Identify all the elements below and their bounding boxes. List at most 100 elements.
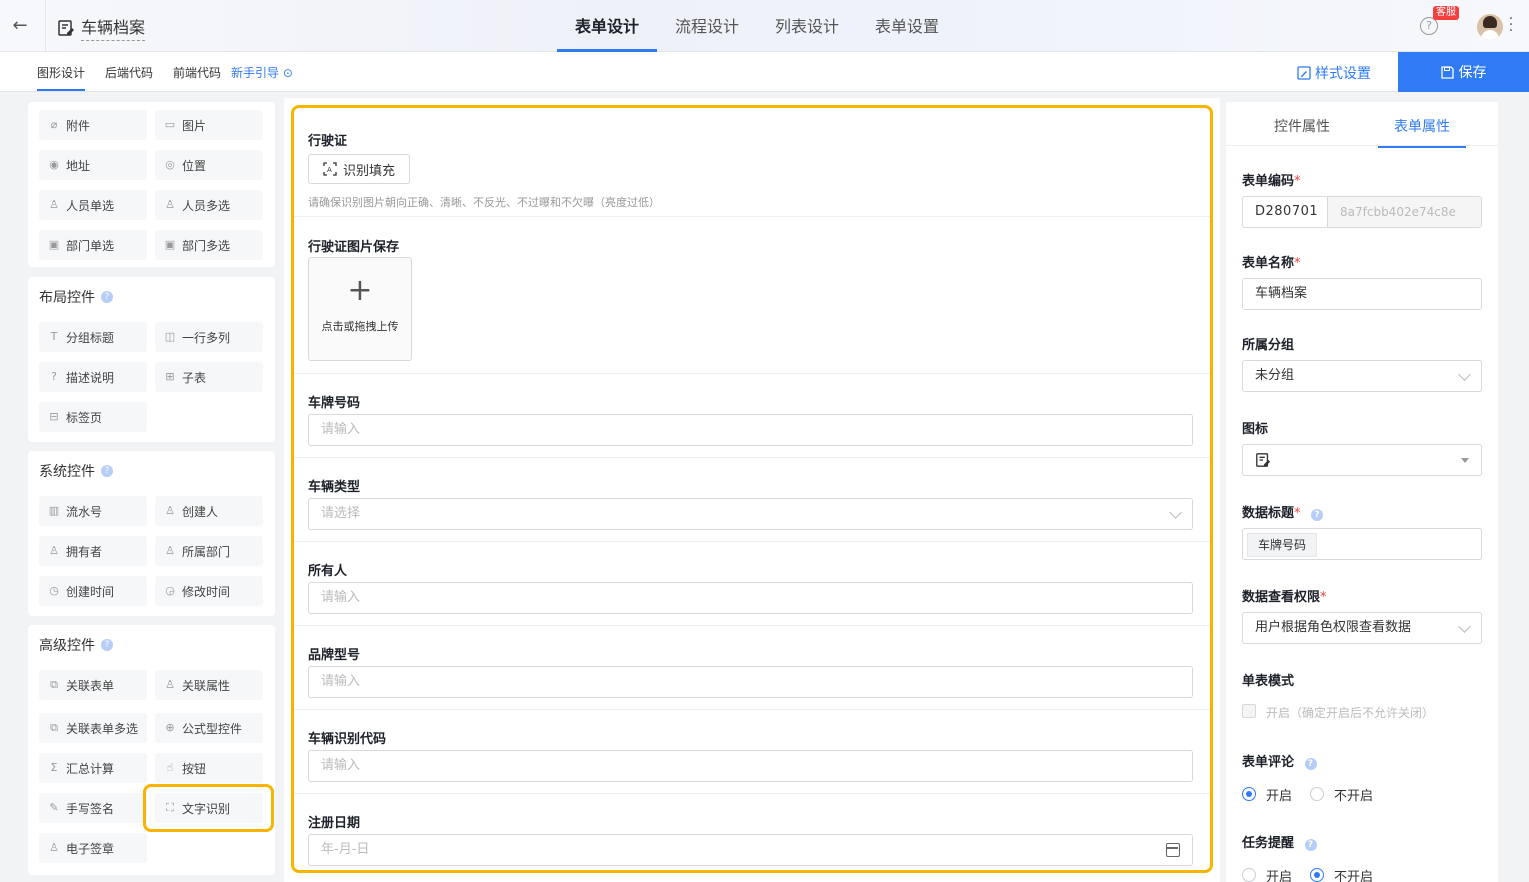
owner-input[interactable]: 请输入 xyxy=(308,582,1193,614)
palette-item-dept-multi[interactable]: ▣ 部门多选 xyxy=(155,230,263,260)
vin-input[interactable]: 请输入 xyxy=(308,750,1193,782)
save-button[interactable]: 保存 xyxy=(1398,52,1529,92)
field-driving-license[interactable]: 行驶证 A 识别填充 请确保识别图片朝向正确、清晰、不反光、不过曝和不欠曝（亮度… xyxy=(294,108,1210,217)
ocr-fill-button[interactable]: A 识别填充 xyxy=(308,154,410,184)
comment-on-radio[interactable] xyxy=(1242,787,1256,801)
palette-item-signature[interactable]: ✎ 手写签名 xyxy=(39,793,147,823)
back-arrow-icon[interactable]: ← xyxy=(8,14,32,38)
field-owner[interactable]: 所有人 请输入 xyxy=(294,542,1210,626)
user-icon: ♙ xyxy=(49,198,59,211)
icon-select[interactable] xyxy=(1242,444,1482,476)
tab-backend-code[interactable]: 后端代码 xyxy=(105,64,153,81)
palette-item-department[interactable]: ♙ 所属部门 xyxy=(155,536,263,566)
style-settings-button[interactable]: 样式设置 xyxy=(1297,63,1371,83)
palette-item-address[interactable]: ◉ 地址 xyxy=(39,150,147,180)
palette-item-user-single[interactable]: ♙ 人员单选 xyxy=(39,190,147,220)
palette-item-description[interactable]: ? 描述说明 xyxy=(39,362,147,392)
plate-number-input[interactable]: 请输入 xyxy=(308,414,1193,446)
field-register-date[interactable]: 注册日期 年-月-日 xyxy=(294,794,1210,870)
field-vehicle-type[interactable]: 车辆类型 请选择 xyxy=(294,458,1210,542)
more-vertical-icon[interactable]: · · · xyxy=(1508,12,1514,38)
tab-flow-design[interactable]: 流程设计 xyxy=(657,0,757,52)
form-edit-icon xyxy=(1256,453,1271,467)
app-title[interactable]: 车辆档案 xyxy=(81,14,146,41)
group-select[interactable]: 未分组 xyxy=(1242,360,1482,392)
palette-item-linked-form-multi[interactable]: ⧉ 关联表单多选 xyxy=(39,713,147,743)
permission-select[interactable]: 用户根据角色权限查看数据 xyxy=(1242,612,1482,644)
label-text: 任务提醒 xyxy=(1242,836,1295,851)
palette-item-summary[interactable]: Σ 汇总计算 xyxy=(39,753,147,783)
form-code-value[interactable]: D280701 xyxy=(1243,197,1328,227)
single-mode-checkbox[interactable] xyxy=(1242,704,1256,718)
palette-item-group-title[interactable]: T 分组标题 xyxy=(39,322,147,352)
palette-item-e-seal[interactable]: ♙ 电子签章 xyxy=(39,833,147,863)
field-label: 品牌型号 xyxy=(308,648,361,663)
palette-item-button[interactable]: ☝ 按钮 xyxy=(155,753,263,783)
customer-service-badge[interactable]: 客服 xyxy=(1433,6,1459,20)
palette-item-subtable[interactable]: ⊞ 子表 xyxy=(155,362,263,392)
field-plate-number[interactable]: 车牌号码 请输入 xyxy=(294,374,1210,458)
tab-form-settings[interactable]: 表单设置 xyxy=(857,0,957,52)
palette-item-label: 关联属性 xyxy=(182,678,231,693)
form-name-input[interactable]: 车辆档案 xyxy=(1242,278,1482,310)
palette-item-serial[interactable]: ▥ 流水号 xyxy=(39,496,147,526)
image-icon: ▭ xyxy=(164,118,176,131)
group-title-label: 系统控件 xyxy=(39,464,95,480)
advanced-group-title: 高级控件? xyxy=(39,635,113,655)
palette-item-label: 子表 xyxy=(182,370,207,385)
label-text: 表单编码 xyxy=(1242,174,1295,189)
svg-text:A: A xyxy=(327,166,332,174)
palette-item-image[interactable]: ▭ 图片 xyxy=(155,110,263,140)
palette-item-created-time[interactable]: ◷ 创建时间 xyxy=(39,576,147,606)
beginner-guide-link[interactable]: 新手引导 ⊙ xyxy=(231,64,293,81)
vehicle-type-select[interactable]: 请选择 xyxy=(308,498,1193,530)
data-title-tag[interactable]: 车牌号码 xyxy=(1247,533,1318,557)
app-title-area[interactable]: 车辆档案 xyxy=(57,14,146,41)
register-date-input[interactable]: 年-月-日 xyxy=(308,834,1193,866)
question-icon[interactable]: ? xyxy=(101,465,113,477)
field-label: 所有人 xyxy=(308,564,348,579)
brand-model-input[interactable]: 请输入 xyxy=(308,666,1193,698)
field-vin[interactable]: 车辆识别代码 请输入 xyxy=(294,710,1210,794)
palette-item-owner[interactable]: ♙ 拥有者 xyxy=(39,536,147,566)
palette-item-formula[interactable]: ⊕ 公式型控件 xyxy=(155,713,263,743)
palette-item-label: 拥有者 xyxy=(66,544,103,559)
palette-item-multi-column[interactable]: ◫ 一行多列 xyxy=(155,322,263,352)
palette-item-label: 标签页 xyxy=(66,410,103,425)
tab-form-props[interactable]: 表单属性 xyxy=(1378,116,1466,148)
palette-item-dept-single[interactable]: ▣ 部门单选 xyxy=(39,230,147,260)
question-icon[interactable]: ? xyxy=(1304,839,1317,851)
question-icon[interactable]: ? xyxy=(1304,758,1317,770)
tab-control-props[interactable]: 控件属性 xyxy=(1274,116,1330,136)
form-preview: 行驶证 A 识别填充 请确保识别图片朝向正确、清晰、不反光、不过曝和不欠曝（亮度… xyxy=(291,105,1213,873)
palette-item-tabs[interactable]: ⊟ 标签页 xyxy=(39,402,147,432)
remind-off-radio[interactable] xyxy=(1310,868,1324,882)
tab-frontend-code[interactable]: 前端代码 xyxy=(173,64,221,81)
palette-item-user-multi[interactable]: ♙ 人员多选 xyxy=(155,190,263,220)
question-icon[interactable]: ? xyxy=(1311,509,1324,521)
field-license-image[interactable]: 行驶证图片保存 + 点击或拖拽上传 xyxy=(294,217,1210,374)
palette-item-label: 人员单选 xyxy=(66,198,115,213)
tab-graphic-design[interactable]: 图形设计 xyxy=(37,64,86,91)
remind-on-radio[interactable] xyxy=(1242,868,1256,882)
permission-value: 用户根据角色权限查看数据 xyxy=(1255,620,1412,635)
palette-item-creator[interactable]: ♙ 创建人 xyxy=(155,496,263,526)
tab-form-design[interactable]: 表单设计 xyxy=(557,0,658,52)
palette-item-modified-time[interactable]: ◶ 修改时间 xyxy=(155,576,263,606)
chevron-down-icon xyxy=(1169,506,1182,519)
question-icon[interactable]: ? xyxy=(101,291,113,303)
palette-item-position[interactable]: ◎ 位置 xyxy=(155,150,263,180)
avatar[interactable] xyxy=(1477,14,1503,40)
question-icon[interactable]: ? xyxy=(101,639,113,651)
group-label: 所属分组 xyxy=(1242,338,1295,353)
data-title-input[interactable]: 车牌号码 xyxy=(1242,528,1482,560)
image-upload-area[interactable]: + 点击或拖拽上传 xyxy=(308,257,412,361)
tab-list-design[interactable]: 列表设计 xyxy=(757,0,857,52)
field-brand-model[interactable]: 品牌型号 请输入 xyxy=(294,626,1210,710)
comment-off-radio[interactable] xyxy=(1310,787,1324,801)
form-code-field[interactable]: D280701 8a7fcbb402e74c8e xyxy=(1242,196,1482,228)
palette-item-linked-attr[interactable]: ♙ 关联属性 xyxy=(155,670,263,700)
palette-item-attachment[interactable]: ⌀ 附件 xyxy=(39,110,147,140)
sigma-icon: Σ xyxy=(50,761,58,774)
palette-item-linked-form[interactable]: ⧉ 关联表单 xyxy=(39,670,147,700)
